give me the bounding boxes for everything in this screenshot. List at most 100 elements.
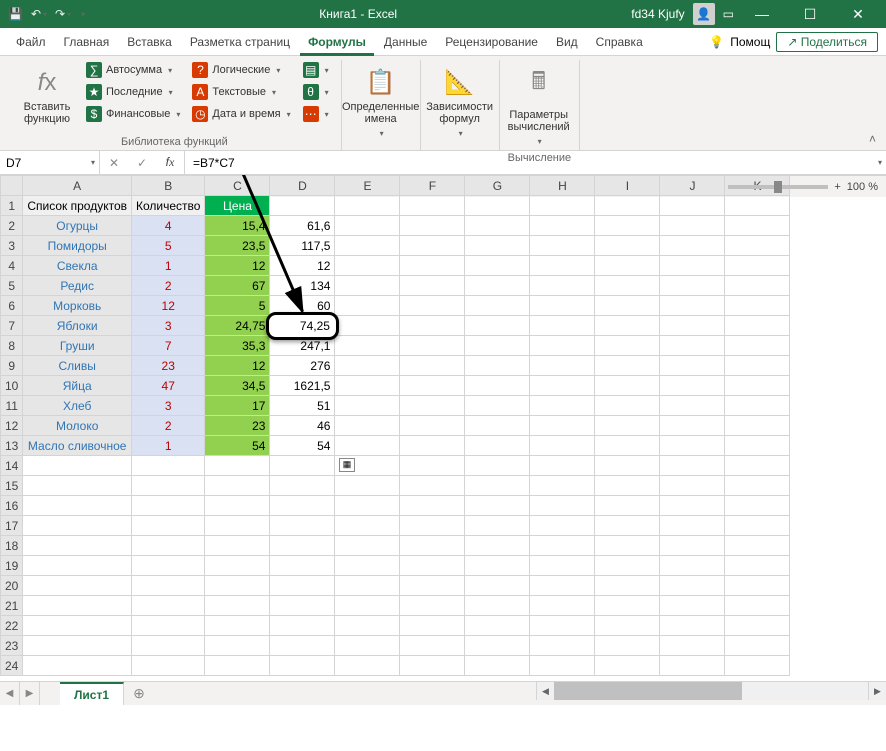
cell[interactable] <box>205 656 270 676</box>
cell[interactable] <box>400 416 465 436</box>
cell[interactable] <box>725 656 790 676</box>
recent-button[interactable]: ★Последние▾ <box>82 82 184 102</box>
cell-C1[interactable]: Цена <box>205 196 270 216</box>
cell-C2[interactable]: 15,4 <box>205 216 270 236</box>
cell[interactable] <box>465 636 530 656</box>
redo-icon[interactable]: ↷▾ <box>55 7 71 21</box>
row-header-12[interactable]: 12 <box>1 416 23 436</box>
cell[interactable] <box>465 616 530 636</box>
cell[interactable] <box>335 556 400 576</box>
col-header-I[interactable]: I <box>595 176 660 196</box>
sheet-nav-prev-icon[interactable]: ◀ <box>0 682 20 705</box>
more-button[interactable]: ⋯▾ <box>299 104 333 124</box>
cell[interactable] <box>725 356 790 376</box>
formula-auditing-button[interactable]: 📐 Зависимости формул▾ <box>429 60 491 146</box>
autosum-button[interactable]: ∑Автосумма▾ <box>82 60 184 80</box>
cell-B1[interactable]: Количество <box>132 196 205 216</box>
row-header-6[interactable]: 6 <box>1 296 23 316</box>
cell[interactable] <box>725 456 790 476</box>
cell[interactable] <box>465 396 530 416</box>
cell[interactable] <box>205 636 270 656</box>
cell[interactable] <box>270 456 335 476</box>
cell[interactable] <box>400 596 465 616</box>
cell[interactable] <box>595 636 660 656</box>
cell[interactable] <box>530 476 595 496</box>
row-header-4[interactable]: 4 <box>1 256 23 276</box>
cell[interactable] <box>335 636 400 656</box>
tab-вставка[interactable]: Вставка <box>119 28 180 56</box>
cell[interactable] <box>595 336 660 356</box>
cell[interactable] <box>270 196 335 216</box>
cell[interactable] <box>725 316 790 336</box>
cell-D13[interactable]: 54 <box>270 436 335 456</box>
cell-A12[interactable]: Молоко <box>23 416 132 436</box>
row-header-21[interactable]: 21 <box>1 596 23 616</box>
cell[interactable] <box>530 336 595 356</box>
cell[interactable] <box>530 656 595 676</box>
cell[interactable] <box>595 536 660 556</box>
cell[interactable] <box>400 576 465 596</box>
cell[interactable] <box>725 396 790 416</box>
cell[interactable] <box>595 516 660 536</box>
cell-B6[interactable]: 12 <box>132 296 205 316</box>
cell[interactable] <box>205 456 270 476</box>
cell[interactable] <box>132 576 205 596</box>
cell-B7[interactable]: 3 <box>132 316 205 336</box>
cell[interactable] <box>400 296 465 316</box>
cell[interactable] <box>270 516 335 536</box>
row-header-9[interactable]: 9 <box>1 356 23 376</box>
cell[interactable] <box>335 296 400 316</box>
undo-icon[interactable]: ↶▾ <box>31 7 47 21</box>
cell[interactable] <box>660 356 725 376</box>
cell[interactable] <box>725 256 790 276</box>
cell[interactable] <box>400 356 465 376</box>
cell[interactable] <box>725 516 790 536</box>
cell[interactable] <box>595 556 660 576</box>
cell-D2[interactable]: 61,6 <box>270 216 335 236</box>
cell[interactable] <box>465 336 530 356</box>
row-header-23[interactable]: 23 <box>1 636 23 656</box>
collapse-ribbon-icon[interactable]: ˄ <box>859 128 886 150</box>
row-header-11[interactable]: 11 <box>1 396 23 416</box>
tab-справка[interactable]: Справка <box>588 28 651 56</box>
row-header-22[interactable]: 22 <box>1 616 23 636</box>
insert-function-button[interactable]: fx Вставить функцию <box>16 60 78 134</box>
cell[interactable] <box>465 656 530 676</box>
cell[interactable] <box>595 436 660 456</box>
cell[interactable] <box>465 456 530 476</box>
cell[interactable] <box>335 356 400 376</box>
cell-D5[interactable]: 134 <box>270 276 335 296</box>
calc-options-button[interactable]: 🖩 Параметры вычислений▾ <box>508 60 570 150</box>
cell-D8[interactable]: 247,1 <box>270 336 335 356</box>
row-header-14[interactable]: 14 <box>1 456 23 476</box>
cell[interactable] <box>465 536 530 556</box>
cell[interactable] <box>400 456 465 476</box>
cell[interactable] <box>335 536 400 556</box>
cell[interactable] <box>465 476 530 496</box>
cell[interactable] <box>530 196 595 216</box>
cell[interactable] <box>530 636 595 656</box>
cell[interactable] <box>23 556 132 576</box>
cell[interactable] <box>132 456 205 476</box>
cell[interactable] <box>205 576 270 596</box>
cell[interactable] <box>530 436 595 456</box>
logical-button[interactable]: ?Логические▾ <box>188 60 294 80</box>
tab-рецензирование[interactable]: Рецензирование <box>437 28 546 56</box>
cell[interactable] <box>595 416 660 436</box>
cell[interactable] <box>465 496 530 516</box>
cell[interactable] <box>530 496 595 516</box>
cell[interactable] <box>270 476 335 496</box>
cell[interactable] <box>530 396 595 416</box>
sheet-tab[interactable]: Лист1 <box>60 682 124 705</box>
cell-A4[interactable]: Свекла <box>23 256 132 276</box>
cell[interactable] <box>725 196 790 216</box>
cell-A7[interactable]: Яблоки <box>23 316 132 336</box>
cell[interactable] <box>595 576 660 596</box>
col-header-A[interactable]: A <box>23 176 132 196</box>
cell-A8[interactable]: Груши <box>23 336 132 356</box>
row-header-15[interactable]: 15 <box>1 476 23 496</box>
add-sheet-icon[interactable]: ⊕ <box>124 682 154 705</box>
cell[interactable] <box>400 636 465 656</box>
cell[interactable] <box>725 596 790 616</box>
row-header-24[interactable]: 24 <box>1 656 23 676</box>
